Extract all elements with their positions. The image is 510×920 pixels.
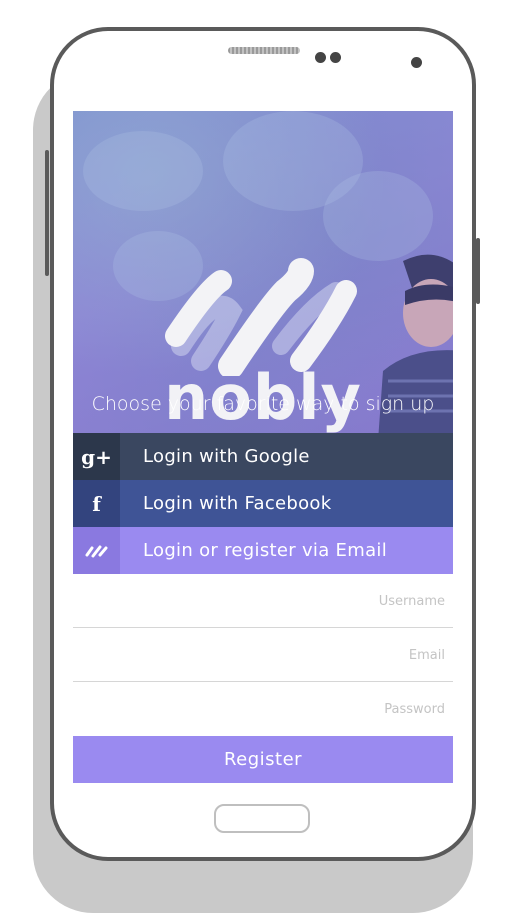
front-camera <box>411 57 422 68</box>
login-google-button[interactable]: g+ Login with Google <box>73 433 453 480</box>
sensor-dot <box>315 52 326 63</box>
password-field-wrapper <box>73 683 453 736</box>
facebook-icon: f <box>73 480 120 527</box>
foliage-blur <box>323 171 433 261</box>
nobly-logo-icon <box>165 258 357 376</box>
register-button[interactable]: Register <box>73 736 453 783</box>
login-email-label: Login or register via Email <box>143 540 387 561</box>
username-field-wrapper <box>73 575 453 628</box>
hero-background: nobly Choose your favorite way to sign u… <box>73 111 453 433</box>
google-plus-icon: g+ <box>73 433 120 480</box>
power-button <box>476 238 480 304</box>
login-email-button[interactable]: Login or register via Email <box>73 527 453 574</box>
app-screen: nobly Choose your favorite way to sign u… <box>73 111 453 784</box>
signup-tagline: Choose your favorite way to sign up <box>91 393 435 415</box>
login-facebook-label: Login with Facebook <box>143 493 332 514</box>
speaker-grille <box>228 47 300 54</box>
volume-button <box>45 150 49 276</box>
sensor-dot <box>330 52 341 63</box>
login-facebook-button[interactable]: f Login with Facebook <box>73 480 453 527</box>
nobly-email-icon <box>73 527 120 574</box>
password-input[interactable] <box>73 683 453 736</box>
login-google-label: Login with Google <box>143 446 310 467</box>
email-input[interactable] <box>73 629 453 681</box>
nobly-mini-logo-icon <box>85 545 107 557</box>
username-input[interactable] <box>73 575 453 627</box>
home-button[interactable] <box>214 804 310 833</box>
email-field-wrapper <box>73 629 453 682</box>
foliage-blur <box>83 131 203 211</box>
